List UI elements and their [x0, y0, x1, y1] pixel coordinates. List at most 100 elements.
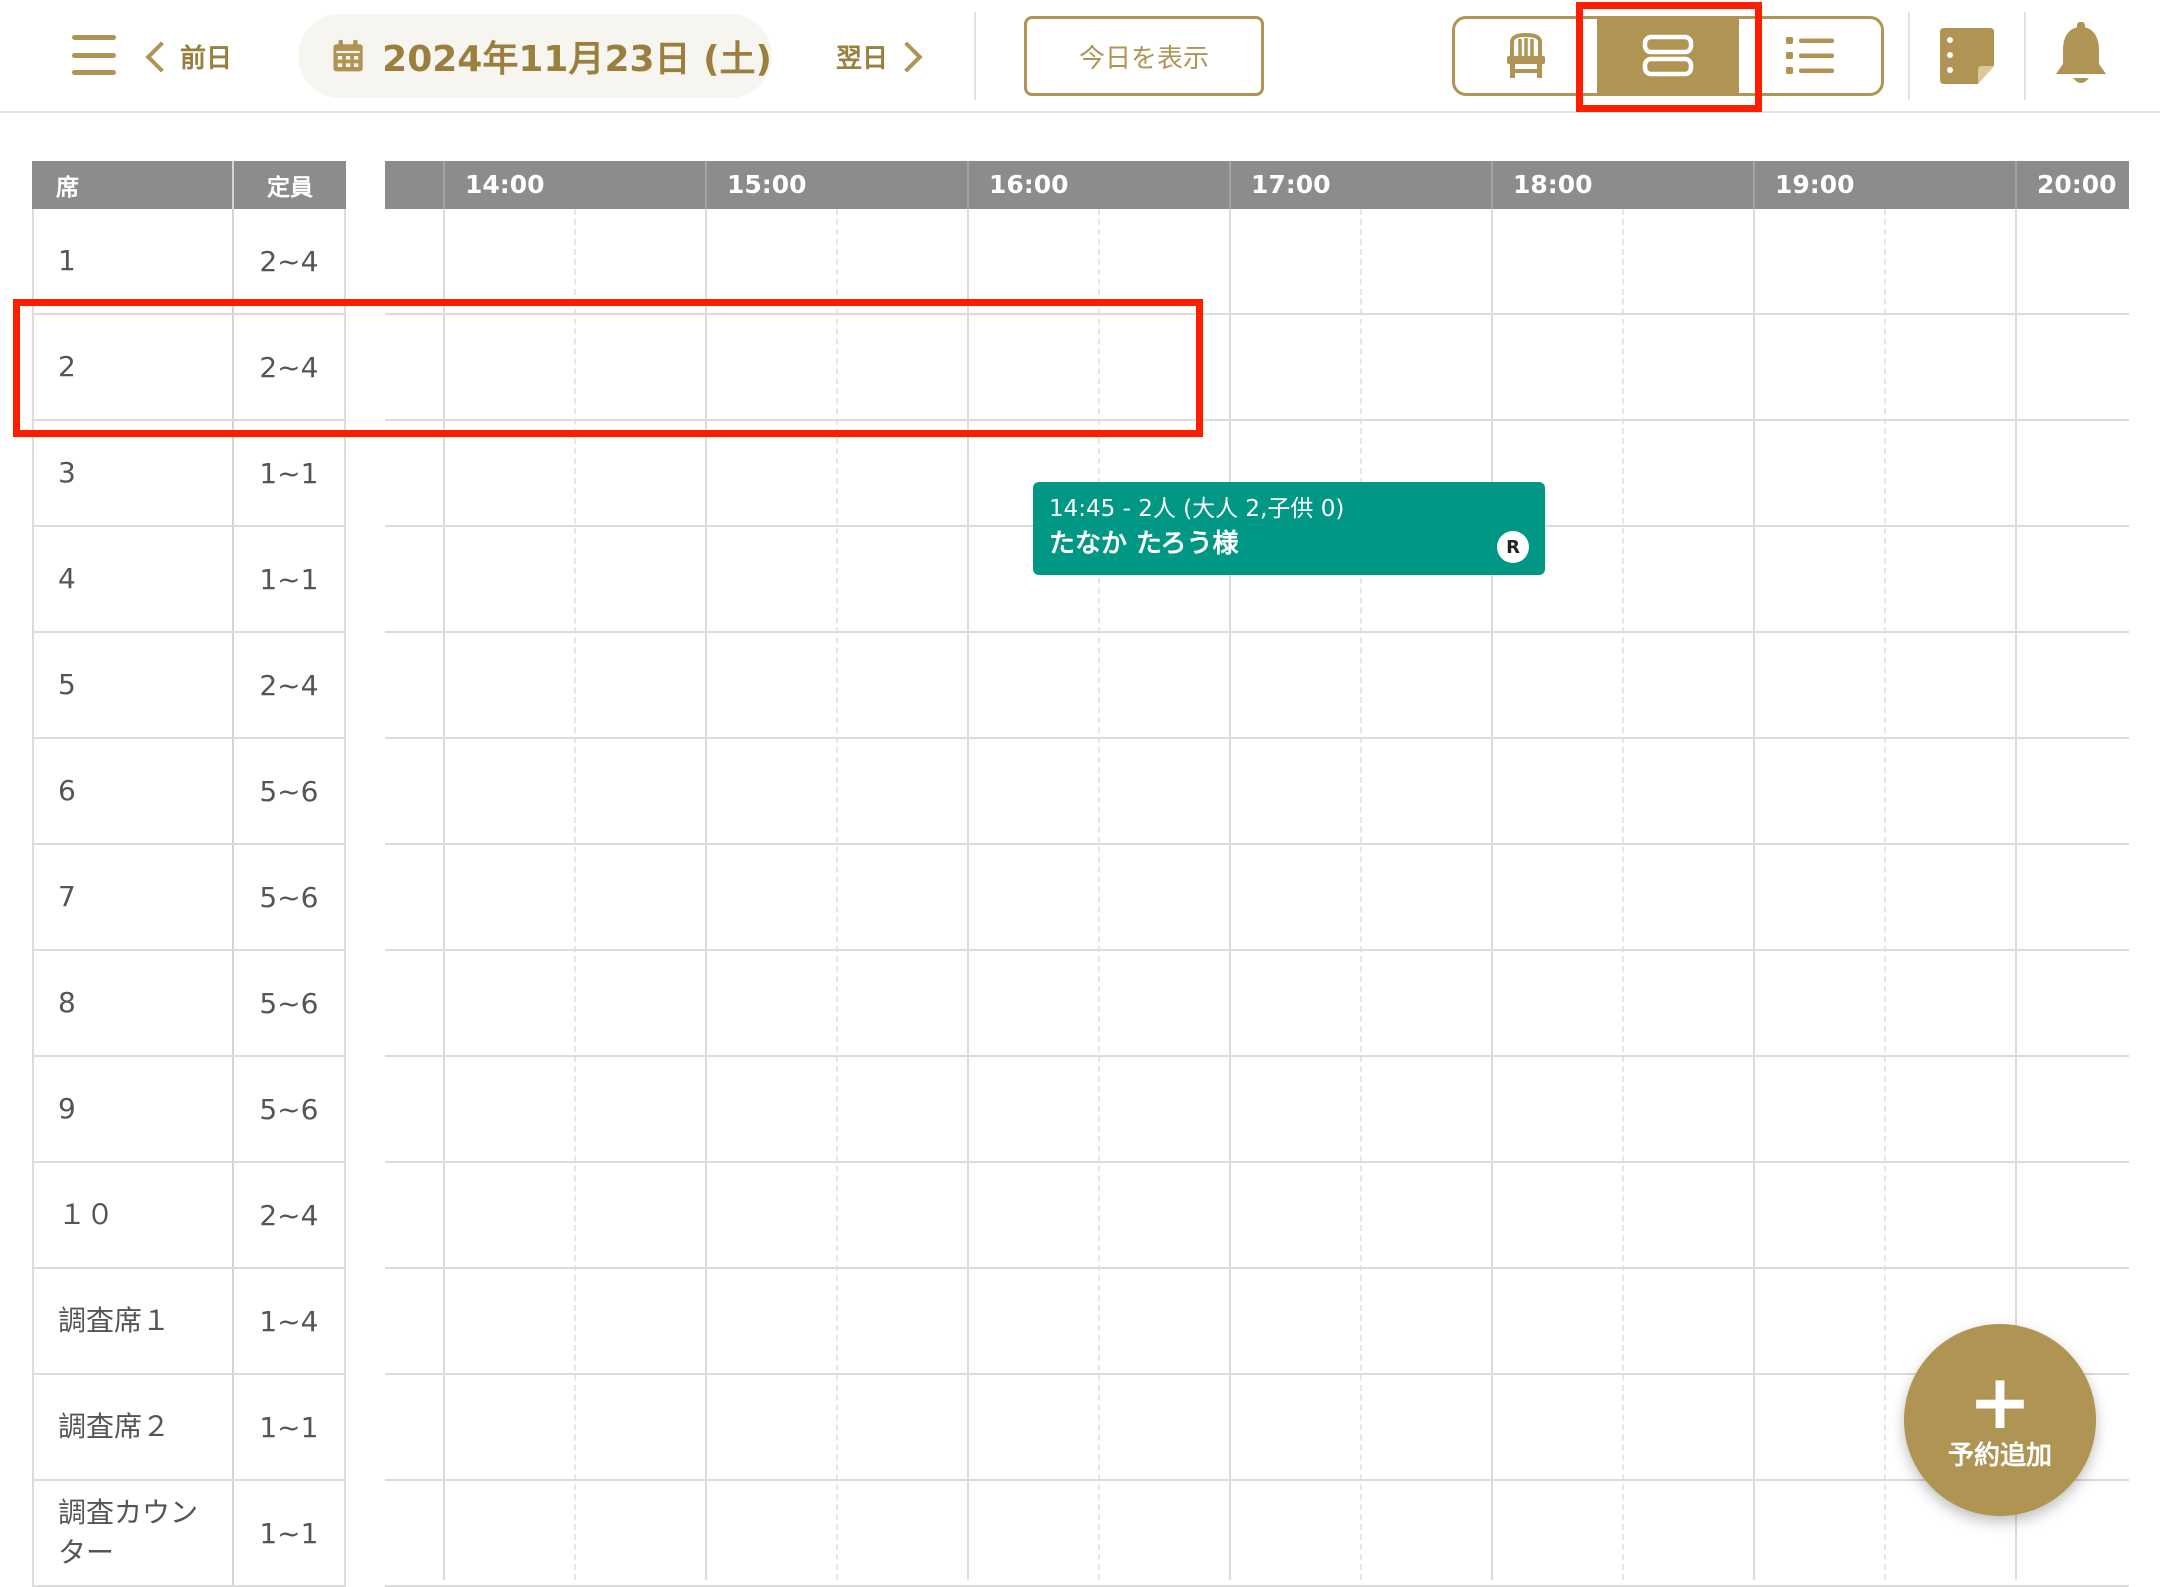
- row-gridline: [385, 843, 2129, 845]
- seat-column-header: 席: [32, 161, 234, 209]
- hour-header-divider: [1753, 161, 1755, 209]
- toolbar-divider: [2024, 12, 2026, 100]
- memo-note-icon[interactable]: [1938, 26, 1996, 86]
- list-icon: [1786, 37, 1834, 74]
- seat-view-button[interactable]: [1455, 19, 1597, 93]
- hour-gridline: [967, 161, 969, 1580]
- hour-gridline: [705, 161, 707, 1580]
- hour-label: 18:00: [1513, 170, 1593, 199]
- seat-name: 調査カウンター: [34, 1481, 234, 1585]
- seat-name: 2: [34, 315, 234, 419]
- seat-name: 8: [34, 951, 234, 1055]
- seat-capacity: 1~4: [234, 1269, 346, 1373]
- seat-name: 調査席２: [34, 1375, 234, 1479]
- chevron-left-icon: [145, 40, 177, 73]
- date-picker-button[interactable]: 2024年11月23日 (土): [298, 14, 772, 98]
- row-gridline: [385, 1373, 2129, 1375]
- prev-day-button[interactable]: 前日: [145, 38, 233, 75]
- bell-notification-icon[interactable]: [2052, 22, 2110, 88]
- row-gridline: [385, 1055, 2129, 1057]
- seat-name: 3: [34, 421, 234, 525]
- seat-row[interactable]: 5 2~4: [32, 633, 346, 739]
- list-view-button[interactable]: [1739, 19, 1881, 93]
- row-gridline: [385, 313, 2129, 315]
- seat-capacity: 2~4: [234, 633, 346, 737]
- next-day-label: 翌日: [836, 44, 889, 74]
- row-gridline: [385, 1479, 2129, 1481]
- seat-capacity: 1~1: [234, 1375, 346, 1479]
- row-gridline: [385, 1161, 2129, 1163]
- row-gridline: [385, 631, 2129, 633]
- hour-header-divider: [443, 161, 445, 209]
- row-gridline: [385, 949, 2129, 951]
- hour-label: 16:00: [989, 170, 1069, 199]
- reservation-time-party: 14:45 - 2人 (大人 2,子供 0): [1049, 496, 1345, 522]
- hour-header-divider: [967, 161, 969, 209]
- timeline-view-button[interactable]: [1597, 19, 1739, 93]
- current-date: 2024年11月23日 (土): [382, 39, 772, 80]
- next-day-button[interactable]: 翌日: [836, 38, 923, 75]
- seat-row[interactable]: 6 5~6: [32, 739, 346, 845]
- calendar-icon: [333, 39, 363, 72]
- seat-name: 調査席１: [34, 1269, 234, 1373]
- reservation-card[interactable]: 14:45 - 2人 (大人 2,子供 0) たなか たろう様 R: [1033, 482, 1545, 575]
- prev-day-label: 前日: [180, 44, 233, 74]
- hour-header-divider: [705, 161, 707, 209]
- seat-row[interactable]: 9 5~6: [32, 1057, 346, 1163]
- hour-gridline: [443, 161, 445, 1580]
- add-reservation-label: 予約追加: [1947, 1440, 2052, 1471]
- seat-row[interactable]: 調査席２ 1~1: [32, 1375, 346, 1481]
- seat-capacity: 1~1: [234, 527, 346, 631]
- seat-row[interactable]: 8 5~6: [32, 951, 346, 1057]
- seat-name: 7: [34, 845, 234, 949]
- show-today-button[interactable]: 今日を表示: [1024, 16, 1264, 96]
- seat-name: １０: [34, 1163, 234, 1267]
- seat-capacity: 1~1: [234, 421, 346, 525]
- hamburger-menu-icon[interactable]: [72, 35, 116, 75]
- hour-gridline: [1229, 161, 1231, 1580]
- row-gridline: [385, 419, 2129, 421]
- capacity-column-header: 定員: [267, 175, 313, 201]
- seat-capacity: 5~6: [234, 845, 346, 949]
- seat-capacity: 2~4: [234, 209, 346, 313]
- view-switcher: [1452, 16, 1884, 96]
- toolbar-divider: [974, 12, 976, 100]
- reservation-source-badge: R: [1497, 531, 1529, 563]
- seat-row[interactable]: 調査カウンター 1~1: [32, 1481, 346, 1587]
- seat-name: 9: [34, 1057, 234, 1161]
- seat-name: 6: [34, 739, 234, 843]
- seat-capacity: 5~6: [234, 951, 346, 1055]
- seat-row[interactable]: 1 2~4: [32, 209, 346, 315]
- seat-table: 席 定員 1 2~4 2 2~4 3 1~1 4 1~1 5 2~4 6 5~6 7 5~6 8 5~6 9 5~…: [32, 161, 346, 1587]
- hour-header-divider: [1491, 161, 1493, 209]
- hour-label: 20:00: [2037, 170, 2117, 199]
- add-reservation-button[interactable]: + 予約追加: [1904, 1324, 2096, 1516]
- hour-header-divider: [2015, 161, 2017, 209]
- seat-row[interactable]: 7 5~6: [32, 845, 346, 951]
- seat-row[interactable]: 3 1~1: [32, 421, 346, 527]
- seat-name: 5: [34, 633, 234, 737]
- hour-label: 19:00: [1775, 170, 1855, 199]
- top-toolbar: 前日 2024年11月23日 (土) 翌日 今日を表示: [0, 0, 2160, 113]
- chevron-right-icon: [891, 40, 923, 73]
- timeline-grid: 14:00 15:00 16:00 17:00 18:00 19:00 20:00 14:4…: [385, 161, 2129, 1587]
- seat-capacity: 5~6: [234, 739, 346, 843]
- seat-row[interactable]: 4 1~1: [32, 527, 346, 633]
- seat-capacity: 1~1: [234, 1481, 346, 1585]
- hour-gridline: [1753, 161, 1755, 1580]
- timeline-rows-icon: [1642, 34, 1694, 77]
- chair-icon: [1507, 32, 1545, 78]
- hour-label: 14:00: [465, 170, 545, 199]
- seat-row[interactable]: １０ 2~4: [32, 1163, 346, 1269]
- hour-label: 15:00: [727, 170, 807, 199]
- seat-capacity: 5~6: [234, 1057, 346, 1161]
- seat-capacity: 2~4: [234, 315, 346, 419]
- row-gridline: [385, 1267, 2129, 1269]
- seat-row[interactable]: 調査席１ 1~4: [32, 1269, 346, 1375]
- seat-row[interactable]: 2 2~4: [32, 315, 346, 421]
- plus-icon: +: [1968, 1356, 2032, 1446]
- seat-table-header: 席 定員: [32, 161, 346, 209]
- seat-name: 4: [34, 527, 234, 631]
- hour-gridline: [1491, 161, 1493, 1580]
- hour-header-divider: [1229, 161, 1231, 209]
